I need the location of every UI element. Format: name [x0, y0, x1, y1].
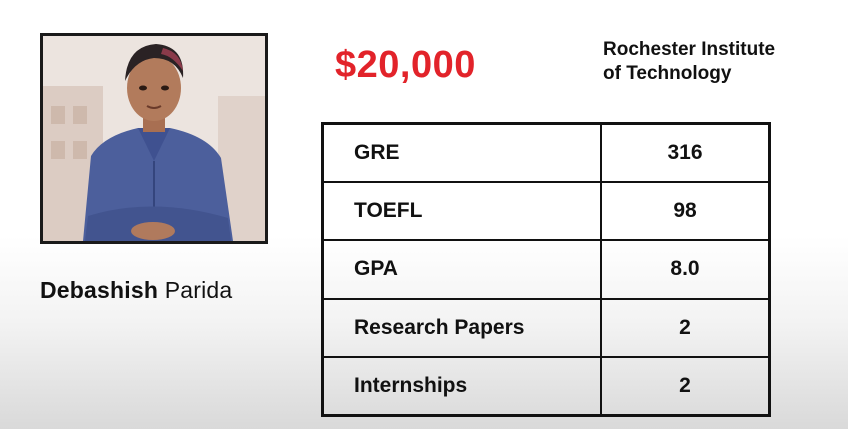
stat-label: TOEFL	[321, 181, 602, 242]
university-line-2: of Technology	[603, 63, 732, 84]
stats-table: GRE 316 TOEFL 98 GPA 8.0 Research Papers…	[321, 122, 771, 417]
table-row: Internships 2	[321, 355, 771, 417]
first-name: Debashish	[40, 277, 159, 303]
stat-value: 2	[600, 297, 771, 358]
table-row: TOEFL 98	[321, 181, 771, 242]
university-name: Rochester Institute of Technology	[603, 38, 833, 86]
person-name: Debashish Parida	[40, 277, 232, 304]
stat-label: GRE	[321, 122, 602, 184]
stat-label: Research Papers	[321, 297, 602, 358]
stat-value: 98	[600, 181, 771, 242]
scholarship-amount: $20,000	[335, 44, 476, 86]
stat-value: 2	[600, 355, 771, 417]
stat-value: 316	[600, 122, 771, 184]
stat-label: GPA	[321, 239, 602, 300]
table-row: GRE 316	[321, 122, 771, 184]
stat-value: 8.0	[600, 239, 771, 300]
stat-label: Internships	[321, 355, 602, 417]
profile-photo	[40, 33, 268, 244]
university-line-1: Rochester Institute	[603, 39, 776, 60]
last-name: Parida	[164, 277, 233, 303]
table-row: GPA 8.0	[321, 239, 771, 300]
table-row: Research Papers 2	[321, 297, 771, 358]
portrait-image	[43, 36, 265, 241]
